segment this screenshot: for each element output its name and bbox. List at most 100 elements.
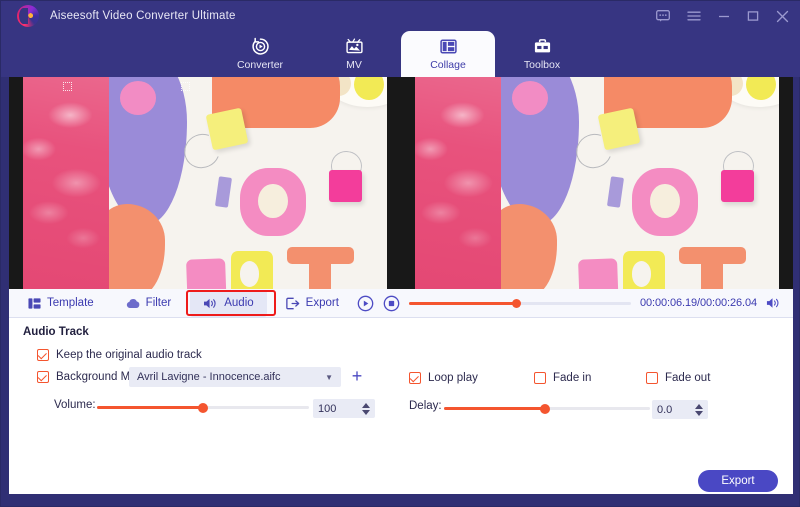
- stepper-up-icon[interactable]: [695, 403, 703, 409]
- letter-a: [577, 258, 619, 289]
- audio-icon: [203, 297, 218, 310]
- cell-resize-handle[interactable]: [181, 82, 190, 91]
- template-icon: [28, 297, 41, 310]
- menu-icon[interactable]: [687, 10, 701, 22]
- fade-in-checkbox[interactable]: [534, 372, 546, 384]
- preview-letterbox-left: [401, 77, 415, 289]
- toolbox-icon: [533, 37, 552, 56]
- minimize-icon[interactable]: [718, 10, 730, 22]
- stepper-down-icon[interactable]: [362, 409, 370, 415]
- delay-slider-fill: [444, 407, 545, 410]
- plus-icon: +: [351, 366, 363, 386]
- shape-coral-blob: [501, 204, 557, 289]
- binder-clip-yellow: [597, 107, 641, 151]
- delay-label: Delay:: [409, 400, 442, 412]
- preview-letterbox-right: [779, 77, 793, 289]
- tool-tab-template[interactable]: Template: [15, 290, 107, 317]
- tool-tab-audio-label: Audio: [224, 297, 254, 309]
- fade-out-row[interactable]: Fade out: [646, 372, 710, 384]
- stop-icon[interactable]: [383, 295, 400, 312]
- application-window: Aiseesoft Video Converter Ultimate Conve…: [0, 0, 800, 507]
- collage-cell-watercolor[interactable]: [23, 77, 109, 289]
- loop-play-label: Loop play: [428, 372, 478, 384]
- playback-timecode: 00:00:06.19/00:00:26.04: [640, 297, 757, 309]
- playback-progress-thumb[interactable]: [511, 298, 521, 308]
- tab-mv-label: MV: [346, 59, 362, 71]
- fade-out-label: Fade out: [665, 372, 711, 384]
- letter-r-hole: [239, 261, 260, 287]
- tool-tab-strip: Template Filter Audio Export 00:00:06.19…: [9, 289, 793, 318]
- tab-toolbox[interactable]: Toolbox: [495, 31, 589, 77]
- export-button[interactable]: Export: [698, 470, 778, 492]
- collage-cell-craft-photo[interactable]: [109, 77, 387, 289]
- tool-tab-filter-label: Filter: [145, 297, 172, 309]
- volume-slider[interactable]: [97, 402, 309, 413]
- tab-toolbox-label: Toolbox: [523, 59, 561, 71]
- loop-play-checkbox[interactable]: [409, 372, 421, 384]
- letter-t-stem: [309, 257, 332, 289]
- volume-slider-fill: [97, 406, 203, 409]
- shape-pink-flower: [239, 168, 307, 236]
- delay-stepper-arrows[interactable]: [695, 403, 703, 416]
- volume-slider-thumb[interactable]: [198, 402, 208, 413]
- binder-clip-yellow: [205, 107, 249, 151]
- tool-tab-export[interactable]: Export: [273, 290, 352, 317]
- play-icon[interactable]: [357, 295, 374, 312]
- shape-pink-flower: [631, 168, 699, 236]
- main-tab-bar: Converter MV Collage Toolbox: [1, 31, 800, 77]
- window-controls: [656, 10, 789, 23]
- stepper-down-icon[interactable]: [695, 410, 703, 416]
- tool-tab-export-label: Export: [305, 297, 339, 309]
- keep-original-audio-row[interactable]: Keep the original audio track: [37, 349, 202, 361]
- loop-play-row[interactable]: Loop play: [409, 372, 478, 384]
- preview-panel-left[interactable]: [9, 77, 401, 289]
- playback-progress-slider[interactable]: [409, 298, 632, 308]
- tab-mv[interactable]: MV: [307, 31, 401, 77]
- audio-track-section-title: Audio Track: [23, 326, 89, 338]
- maximize-icon[interactable]: [747, 10, 759, 22]
- export-icon: [285, 297, 300, 310]
- tool-tab-audio[interactable]: Audio: [190, 289, 267, 317]
- volume-stepper[interactable]: 100: [313, 399, 375, 418]
- tab-converter-label: Converter: [236, 59, 284, 71]
- stepper-up-icon[interactable]: [362, 402, 370, 408]
- music-file-select[interactable]: Avril Lavigne - Innocence.aifc ▼: [129, 367, 341, 387]
- close-icon[interactable]: [776, 10, 789, 23]
- tab-collage-label: Collage: [430, 59, 466, 71]
- clip-purple-small: [607, 175, 624, 208]
- keep-original-audio-checkbox[interactable]: [37, 349, 49, 361]
- tab-converter[interactable]: Converter: [213, 31, 307, 77]
- delay-slider-thumb[interactable]: [539, 403, 550, 414]
- letter-a: [185, 258, 227, 289]
- collage-cell-craft-photo[interactable]: [501, 77, 779, 289]
- background-music-checkbox[interactable]: [37, 371, 49, 383]
- preview-letterbox-right: [387, 77, 401, 289]
- aiseesoft-logo-icon: [17, 5, 39, 27]
- clip-purple-small: [215, 175, 232, 208]
- mv-icon: [345, 37, 364, 56]
- app-title: Aiseesoft Video Converter Ultimate: [50, 10, 236, 22]
- tab-collage[interactable]: Collage: [401, 31, 495, 77]
- keep-original-audio-label: Keep the original audio track: [56, 349, 202, 361]
- delay-slider[interactable]: [444, 403, 650, 414]
- filter-icon: [126, 297, 140, 310]
- tool-tab-filter[interactable]: Filter: [113, 290, 185, 317]
- fade-out-checkbox[interactable]: [646, 372, 658, 384]
- delay-stepper[interactable]: 0.0: [652, 400, 708, 419]
- feedback-icon[interactable]: [656, 10, 670, 22]
- collage-icon: [439, 37, 458, 56]
- collage-cell-watercolor[interactable]: [415, 77, 501, 289]
- binder-clip-pink: [720, 170, 754, 203]
- delay-value: 0.0: [657, 403, 673, 416]
- shape-coral-blob: [109, 204, 165, 289]
- playback-controls: 00:00:06.19/00:00:26.04: [357, 295, 793, 312]
- cell-resize-handle[interactable]: [63, 82, 72, 91]
- music-file-value: Avril Lavigne - Innocence.aifc: [137, 371, 281, 383]
- letter-r-hole: [631, 261, 652, 287]
- preview-panel-right[interactable]: [401, 77, 793, 289]
- fade-in-row[interactable]: Fade in: [534, 372, 591, 384]
- binder-clip-pink: [328, 170, 362, 203]
- add-music-button[interactable]: +: [347, 366, 367, 386]
- speaker-icon[interactable]: [766, 296, 782, 310]
- volume-stepper-arrows[interactable]: [362, 402, 370, 415]
